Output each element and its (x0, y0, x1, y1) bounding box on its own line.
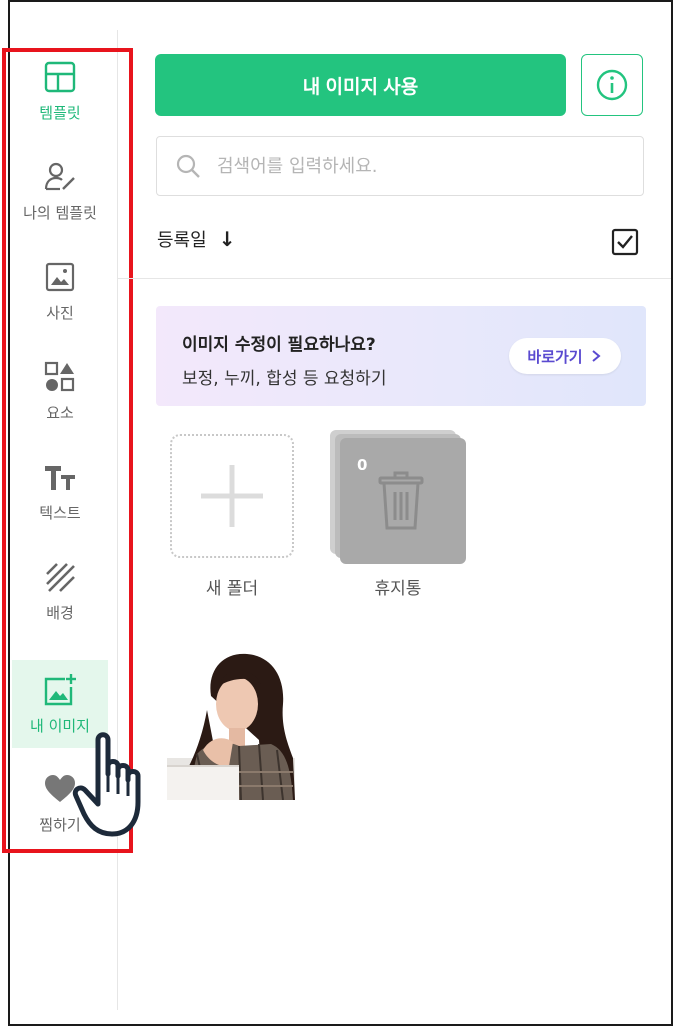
uploaded-image-thumbnail[interactable] (167, 650, 295, 800)
use-my-image-button[interactable]: 내 이미지 사용 (155, 54, 566, 116)
sidebar-item-label: 나의 템플릿 (23, 203, 97, 222)
new-folder-label: 새 폴더 (205, 579, 259, 599)
my-image-icon (43, 673, 77, 707)
background-icon (43, 560, 77, 594)
sort-label: 등록일 (157, 230, 207, 251)
banner-title: 이미지 수정이 필요하나요? (182, 335, 376, 355)
sidebar-item-label: 사진 (46, 303, 74, 322)
template-icon (43, 60, 77, 94)
banner-subtitle: 보정, 누끼, 합성 등 요청하기 (182, 369, 387, 389)
info-icon (596, 69, 628, 101)
sidebar-item-elements[interactable]: 요소 (12, 348, 108, 434)
trash-count: 0 (357, 456, 368, 474)
sidebar-item-template[interactable]: 템플릿 (12, 48, 108, 134)
plus-icon (201, 465, 263, 527)
search-box (156, 136, 644, 196)
banner-go-button[interactable]: 바로가기 (509, 338, 621, 374)
sidebar-item-my-template[interactable]: 나의 템플릿 (12, 148, 108, 234)
banner-go-label: 바로가기 (527, 348, 583, 366)
my-template-icon (43, 160, 77, 194)
trash-icon (378, 471, 424, 530)
trash-folder[interactable]: 0 (330, 430, 466, 564)
divider (118, 278, 671, 279)
sidebar-item-label: 템플릿 (39, 103, 81, 122)
chevron-right-icon (591, 350, 601, 362)
sidebar-item-label: 텍스트 (39, 503, 81, 522)
elements-icon (43, 360, 77, 394)
hand-pointer-icon (72, 732, 141, 837)
search-icon (176, 154, 200, 178)
text-icon (43, 460, 77, 494)
trash-label: 휴지통 (374, 579, 422, 599)
search-input[interactable] (215, 154, 619, 178)
sort-dropdown[interactable]: 등록일 ↓ (157, 226, 235, 252)
sidebar-item-label: 요소 (46, 403, 74, 422)
arrow-down-icon: ↓ (218, 227, 236, 251)
photo-icon (43, 260, 77, 294)
edit-request-banner: 이미지 수정이 필요하나요? 보정, 누끼, 합성 등 요청하기 바로가기 (156, 306, 646, 406)
sidebar-item-background[interactable]: 배경 (12, 548, 108, 634)
sidebar-item-photo[interactable]: 사진 (12, 248, 108, 334)
info-button[interactable] (581, 54, 643, 116)
select-checkbox[interactable] (611, 228, 639, 256)
sidebar-item-label: 배경 (46, 603, 74, 622)
sidebar-divider (117, 30, 118, 1010)
new-folder-button[interactable] (170, 434, 294, 558)
sidebar-item-text[interactable]: 텍스트 (12, 448, 108, 534)
